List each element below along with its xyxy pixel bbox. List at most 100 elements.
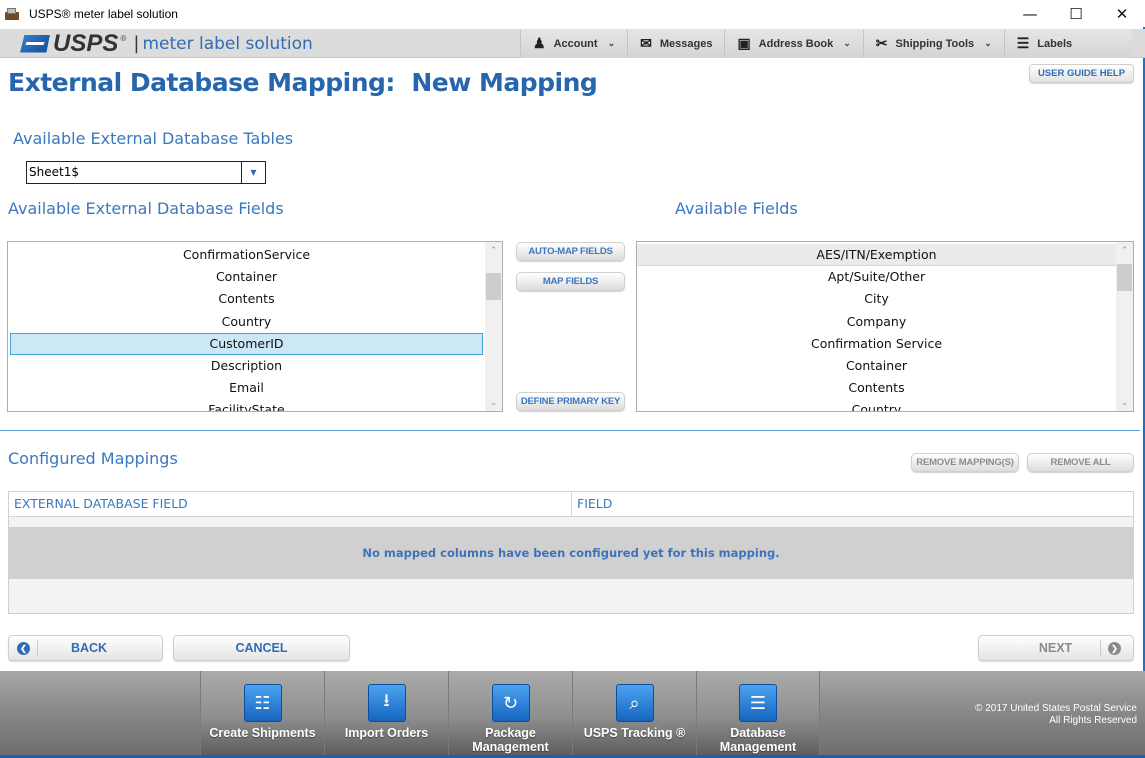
cancel-button[interactable]: CANCEL (173, 635, 350, 661)
tile-usps-tracking[interactable]: ⌕ USPS Tracking ® (572, 671, 696, 755)
brand-name: USPS (53, 29, 119, 57)
nav-label: Account (553, 37, 598, 50)
list-item[interactable]: City (639, 288, 1114, 310)
maximize-button[interactable]: ☐ (1053, 0, 1099, 27)
nav-account[interactable]: ♟ Account ⌄ (520, 29, 628, 58)
nav-address-book[interactable]: ▣ Address Book ⌄ (724, 29, 863, 58)
list-item[interactable]: Description (10, 355, 483, 377)
list-item[interactable]: ConfirmationService (10, 244, 483, 266)
cart-icon: ☰ (1016, 35, 1030, 51)
tile-label: Import Orders (344, 726, 429, 740)
app-header: USPS ® | meter label solution ♟ Account … (0, 29, 1145, 58)
eagle-logo-icon (20, 34, 50, 53)
tables-section-label: Available External Database Tables (13, 129, 294, 148)
tile-label: Create Shipments (209, 726, 316, 740)
list-item[interactable]: Container (10, 266, 483, 288)
chevron-down-icon: ⌄ (984, 38, 992, 48)
footer-tiles: ☷ Create Shipments ⭳ Import Orders ↻ Pac… (200, 671, 820, 755)
external-fields-list[interactable]: ConfirmationService Container Contents C… (7, 241, 503, 412)
remove-mappings-button[interactable]: REMOVE MAPPING(S) (911, 453, 1019, 472)
minimize-button[interactable]: — (1007, 0, 1053, 27)
cancel-label: CANCEL (235, 641, 288, 655)
window-titlebar: USPS® meter label solution — ☐ ✕ (0, 0, 1145, 27)
product-name: meter label solution (142, 33, 313, 54)
table-header: EXTERNAL DATABASE FIELD FIELD (9, 492, 1133, 517)
table-select[interactable]: Sheet1$ ▼ (26, 161, 266, 184)
button-separator (1100, 640, 1101, 656)
scroll-up-icon[interactable]: ⌃ (1116, 242, 1133, 259)
external-fields-label: Available External Database Fields (8, 199, 284, 218)
remove-all-button[interactable]: REMOVE ALL (1027, 453, 1134, 472)
tile-label: Database Management (719, 726, 797, 754)
tile-label: Package Management (472, 726, 549, 754)
list-item[interactable]: FacilityState (10, 399, 483, 411)
user-guide-help-button[interactable]: USER GUIDE HELP (1029, 64, 1134, 83)
database-icon: ☰ (739, 684, 777, 722)
list-item-selected[interactable]: CustomerID (10, 332, 483, 355)
list-item[interactable]: Company (639, 311, 1114, 333)
top-nav: ♟ Account ⌄ ✉ Messages ▣ Address Book ⌄ … (520, 29, 1133, 58)
dropdown-arrow-icon[interactable]: ▼ (241, 162, 265, 183)
tracking-magnifier-icon: ⌕ (615, 684, 654, 722)
next-button[interactable]: NEXT ❯ (978, 635, 1134, 661)
define-primary-key-button[interactable]: DEFINE PRIMARY KEY (516, 392, 625, 411)
scrollbar[interactable]: ⌃ ⌄ (485, 242, 502, 411)
list-item[interactable]: Container (639, 355, 1114, 377)
app-window: USPS® meter label solution — ☐ ✕ USPS ® … (0, 0, 1145, 758)
configured-mappings-label: Configured Mappings (8, 449, 178, 468)
table-select-value: Sheet1$ (29, 165, 79, 179)
column-header-external-field[interactable]: EXTERNAL DATABASE FIELD (9, 492, 572, 516)
next-arrow-icon: ❯ (1108, 641, 1121, 655)
empty-table-message: No mapped columns have been configured y… (9, 527, 1133, 579)
scroll-thumb[interactable] (486, 273, 501, 300)
scroll-down-icon[interactable]: ⌄ (1116, 394, 1133, 411)
back-label: BACK (70, 641, 108, 655)
registered-mark: ® (119, 34, 128, 43)
list-item[interactable]: Contents (10, 288, 483, 310)
shipping-label-icon: ☷ (243, 684, 282, 722)
brand-separator: | (133, 33, 140, 54)
list-item-highlighted[interactable]: AES/ITN/Exemption (637, 244, 1116, 267)
scissors-icon: ✂ (875, 35, 888, 51)
list-item[interactable]: Apt/Suite/Other (639, 266, 1114, 288)
nav-label: Messages (659, 37, 713, 50)
nav-labels[interactable]: ☰ Labels (1003, 29, 1133, 58)
tile-label: USPS Tracking ® (583, 726, 686, 740)
scroll-up-icon[interactable]: ⌃ (485, 242, 502, 259)
available-fields-label: Available Fields (675, 199, 798, 218)
envelope-icon: ✉ (640, 35, 652, 51)
nav-label: Shipping Tools (895, 37, 975, 50)
tile-database-management[interactable]: ☰ Database Management (696, 671, 820, 755)
column-header-field[interactable]: FIELD (572, 492, 617, 516)
next-label: NEXT (1038, 641, 1073, 655)
list-item[interactable]: Email (10, 377, 483, 399)
tile-import-orders[interactable]: ⭳ Import Orders (324, 671, 448, 755)
back-button[interactable]: ❮ BACK (8, 635, 163, 661)
refresh-clock-icon: ↻ (491, 684, 530, 722)
scrollbar[interactable]: ⌃ ⌄ (1116, 242, 1133, 411)
list-item[interactable]: Country (10, 311, 483, 333)
person-icon: ♟ (533, 35, 546, 51)
tile-create-shipments[interactable]: ☷ Create Shipments (200, 671, 324, 755)
close-button[interactable]: ✕ (1099, 0, 1145, 27)
back-arrow-icon: ❮ (17, 641, 30, 655)
rights-line: All Rights Reserved (1049, 715, 1137, 726)
nav-shipping-tools[interactable]: ✂ Shipping Tools ⌄ (862, 29, 1004, 58)
list-item[interactable]: Country (639, 399, 1114, 411)
import-icon: ⭳ (367, 684, 406, 722)
app-icon (5, 7, 21, 21)
map-fields-button[interactable]: MAP FIELDS (516, 272, 625, 291)
scroll-down-icon[interactable]: ⌄ (485, 394, 502, 411)
mappings-table: EXTERNAL DATABASE FIELD FIELD No mapped … (8, 491, 1134, 614)
section-divider (0, 430, 1140, 431)
scroll-thumb[interactable] (1117, 264, 1132, 291)
window-title: USPS® meter label solution (29, 6, 178, 21)
auto-map-fields-button[interactable]: AUTO-MAP FIELDS (516, 242, 625, 261)
list-item[interactable]: Contents (639, 377, 1114, 399)
tile-package-management[interactable]: ↻ Package Management (448, 671, 572, 755)
available-fields-list[interactable]: AES/ITN/Exemption Apt/Suite/Other City C… (636, 241, 1134, 412)
usps-logo: USPS ® | meter label solution (20, 30, 313, 57)
footer-bar: ☷ Create Shipments ⭳ Import Orders ↻ Pac… (0, 671, 1145, 758)
list-item[interactable]: Confirmation Service (639, 333, 1114, 355)
nav-messages[interactable]: ✉ Messages (627, 29, 725, 58)
